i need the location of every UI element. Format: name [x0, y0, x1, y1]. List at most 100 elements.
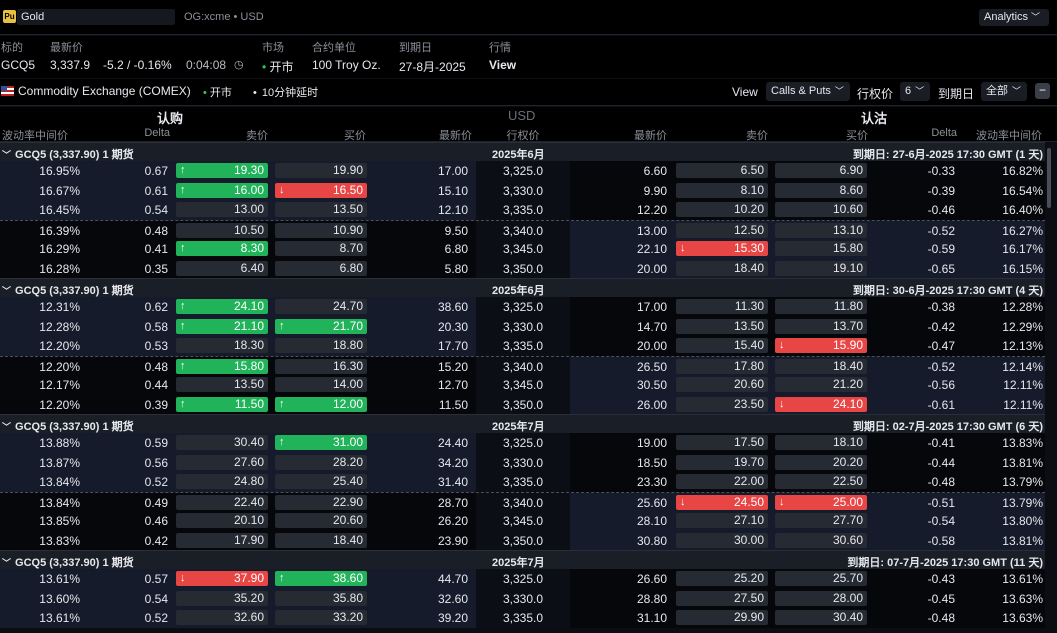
put-ask-button[interactable]: 11.30 [676, 299, 768, 314]
call-bid-button[interactable]: 16.30 [275, 358, 367, 374]
option-row[interactable]: 16.28% 0.35 6.40 6.80 5.80 3,350.0 20.00 18.40 1… [0, 258, 1045, 278]
put-ask-button[interactable]: 19.70 [676, 454, 768, 470]
call-ask-button[interactable]: 30.40 [176, 435, 268, 450]
put-ask-button[interactable]: 17.80 [676, 358, 768, 374]
option-row[interactable]: 13.84% 0.49 22.40 22.90 28.70 3,340.0 25.60 ↓ 24… [0, 491, 1045, 511]
expiry-group-header[interactable]: ﹀ GCQ5 (3,337.90) 1 期货 2025年6月 到期日: 27-6月-2… [0, 142, 1045, 161]
analytics-dropdown[interactable]: Analytics ﹀ [979, 9, 1049, 26]
call-ask-button[interactable]: 27.60 [176, 454, 268, 470]
call-bid-button[interactable]: 8.70 [275, 241, 367, 256]
put-ask-button[interactable]: 20.60 [676, 377, 768, 392]
option-row[interactable]: 13.87% 0.56 27.60 28.20 34.20 3,330.0 18.50 19.… [0, 452, 1045, 472]
call-ask-button[interactable]: 32.60 [176, 610, 268, 625]
call-bid-button[interactable]: ↑ 38.60 [275, 571, 367, 586]
option-row[interactable]: 13.85% 0.46 20.10 20.60 26.20 3,345.0 28.10 27.… [0, 511, 1045, 531]
option-row[interactable]: 13.60% 0.54 35.20 35.80 32.60 3,330.0 28.80 27.… [0, 588, 1045, 608]
put-bid-button[interactable]: ↓ 24.10 [775, 396, 867, 412]
collapse-button[interactable]: − [1035, 83, 1050, 99]
call-bid-button[interactable]: 22.90 [275, 494, 367, 510]
put-ask-button[interactable]: 12.50 [676, 222, 768, 238]
call-bid-button[interactable]: 18.40 [275, 532, 367, 548]
put-ask-button[interactable]: 15.40 [676, 338, 768, 353]
strikes-dropdown[interactable]: 6 ﹀ [900, 82, 930, 101]
put-ask-button[interactable]: ↓ 24.50 [676, 494, 768, 510]
call-bid-button[interactable]: 25.40 [275, 474, 367, 489]
call-ask-button[interactable]: 10.50 [176, 222, 268, 238]
put-bid-button[interactable]: 30.40 [775, 610, 867, 625]
call-bid-button[interactable]: 13.50 [275, 202, 367, 217]
put-ask-button[interactable]: 8.10 [676, 182, 768, 198]
call-ask-button[interactable]: 6.40 [176, 260, 268, 276]
put-bid-button[interactable]: 21.20 [775, 377, 867, 392]
put-ask-button[interactable]: 25.20 [676, 571, 768, 586]
option-row[interactable]: 16.39% 0.48 10.50 10.90 9.50 3,340.0 13.00 12.5… [0, 219, 1045, 239]
call-ask-button[interactable]: 13.00 [176, 202, 268, 217]
put-ask-button[interactable]: 23.50 [676, 396, 768, 412]
call-ask-button[interactable]: 20.10 [176, 513, 268, 528]
put-ask-button[interactable]: 18.40 [676, 260, 768, 276]
call-bid-button[interactable]: 10.90 [275, 222, 367, 238]
option-row[interactable]: 16.29% 0.41 ↑ 8.30 8.70 6.80 3,345.0 22.10 ↓ 15.3… [0, 239, 1045, 259]
option-row[interactable]: 12.17% 0.44 13.50 14.00 12.70 3,345.0 30.50 20.… [0, 375, 1045, 395]
call-ask-button[interactable]: 24.80 [176, 474, 268, 489]
put-ask-button[interactable]: 30.00 [676, 532, 768, 548]
put-ask-button[interactable]: 10.20 [676, 202, 768, 217]
call-bid-button[interactable]: 20.60 [275, 513, 367, 528]
put-bid-button[interactable]: 18.10 [775, 435, 867, 450]
call-ask-button[interactable]: 18.30 [176, 338, 268, 353]
put-ask-button[interactable]: 29.90 [676, 610, 768, 625]
option-row[interactable]: 12.20% 0.53 18.30 18.80 17.70 3,335.0 20.00 15.… [0, 336, 1045, 356]
chevron-down-icon[interactable]: ﹀ [2, 558, 11, 568]
view-dropdown[interactable]: Calls & Puts ﹀ [766, 82, 850, 101]
quote-view-link[interactable]: View [489, 58, 516, 72]
put-bid-button[interactable]: 10.60 [775, 202, 867, 217]
put-bid-button[interactable]: 20.20 [775, 454, 867, 470]
put-ask-button[interactable]: ↓ 15.30 [676, 241, 768, 256]
call-bid-button[interactable]: ↑ 21.70 [275, 318, 367, 334]
call-bid-button[interactable]: 19.90 [275, 163, 367, 178]
call-ask-button[interactable]: ↑ 8.30 [176, 241, 268, 256]
put-bid-button[interactable]: 13.10 [775, 222, 867, 238]
call-bid-button[interactable]: ↑ 31.00 [275, 435, 367, 450]
call-ask-button[interactable]: ↑ 16.00 [176, 182, 268, 198]
option-row[interactable]: 13.61% 0.52 32.60 33.20 39.20 3,335.0 31.10 29.… [0, 608, 1045, 628]
call-ask-button[interactable]: ↑ 19.30 [176, 163, 268, 178]
vertical-scrollbar[interactable] [1047, 142, 1053, 633]
option-row[interactable]: 12.31% 0.62 ↑ 24.10 24.70 38.60 3,325.0 17.00 11… [0, 297, 1045, 317]
call-ask-button[interactable]: ↑ 11.50 [176, 396, 268, 412]
symbol-search-input[interactable]: Gold [17, 9, 175, 25]
put-ask-button[interactable]: 22.00 [676, 474, 768, 489]
call-bid-button[interactable]: 6.80 [275, 260, 367, 276]
call-ask-button[interactable]: 17.90 [176, 532, 268, 548]
call-bid-button[interactable]: ↑ 12.00 [275, 396, 367, 412]
option-row[interactable]: 12.28% 0.58 ↑ 21.10 ↑ 21.70 20.30 3,330.0 14.70 1… [0, 316, 1045, 336]
expiry-group-header[interactable]: ﹀ GCQ5 (3,337.90) 1 期货 2025年7月 到期日: 07-7月-2… [0, 550, 1045, 569]
put-bid-button[interactable]: 18.40 [775, 358, 867, 374]
put-bid-button[interactable]: 6.90 [775, 163, 867, 178]
call-bid-button[interactable]: 18.80 [275, 338, 367, 353]
put-ask-button[interactable]: 27.50 [676, 590, 768, 606]
scrollbar-thumb[interactable] [1047, 148, 1051, 208]
call-ask-button[interactable]: 22.40 [176, 494, 268, 510]
call-ask-button[interactable]: ↑ 21.10 [176, 318, 268, 334]
put-ask-button[interactable]: 13.50 [676, 318, 768, 334]
put-bid-button[interactable]: 28.00 [775, 590, 867, 606]
put-bid-button[interactable]: 19.10 [775, 260, 867, 276]
chevron-down-icon[interactable]: ﹀ [2, 286, 11, 296]
expiry-filter-dropdown[interactable]: 全部 ﹀ [981, 82, 1027, 101]
option-row[interactable]: 13.84% 0.52 24.80 25.40 31.40 3,335.0 23.30 22.… [0, 472, 1045, 492]
put-ask-button[interactable]: 6.50 [676, 163, 768, 178]
option-row[interactable]: 12.20% 0.39 ↑ 11.50 ↑ 12.00 11.50 3,350.0 26.00 2… [0, 394, 1045, 414]
call-ask-button[interactable]: ↓ 37.90 [176, 571, 268, 586]
put-bid-button[interactable]: 22.50 [775, 474, 867, 489]
option-row[interactable]: 13.88% 0.59 30.40 ↑ 31.00 24.40 3,325.0 19.00 17… [0, 433, 1045, 453]
put-bid-button[interactable]: ↓ 15.90 [775, 338, 867, 353]
call-ask-button[interactable]: 35.20 [176, 590, 268, 606]
call-bid-button[interactable]: 35.80 [275, 590, 367, 606]
call-bid-button[interactable]: 28.20 [275, 454, 367, 470]
put-bid-button[interactable]: 13.70 [775, 318, 867, 334]
option-row[interactable]: 16.95% 0.67 ↑ 19.30 19.90 17.00 3,325.0 6.60 6.5… [0, 161, 1045, 181]
chevron-down-icon[interactable]: ﹀ [2, 150, 11, 160]
put-ask-button[interactable]: 27.10 [676, 513, 768, 528]
call-ask-button[interactable]: 13.50 [176, 377, 268, 392]
